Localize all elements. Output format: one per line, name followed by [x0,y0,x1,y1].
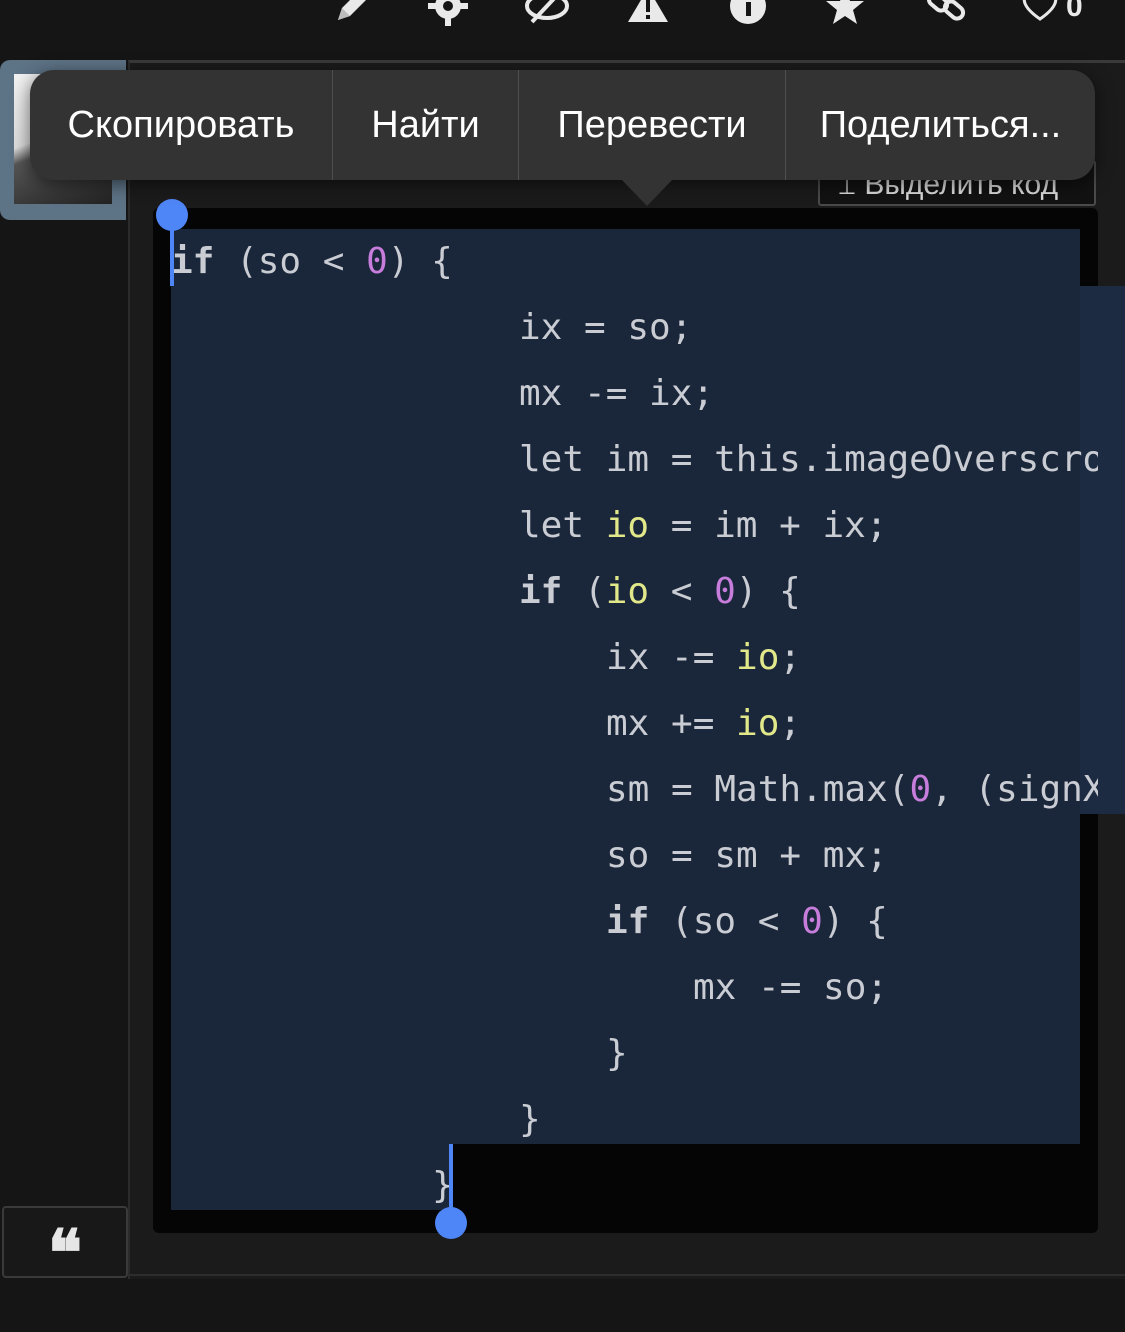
code-line: ix = so; [519,307,693,348]
share-menu-item[interactable]: Поделиться... [786,70,1095,180]
find-menu-item[interactable]: Найти [333,70,519,180]
eye-off-icon[interactable] [524,0,570,26]
keyword: if [171,241,215,282]
code-line: } [519,1099,541,1140]
code-line: mx -= ix; [519,373,715,414]
context-menu-pointer [620,178,674,206]
link-icon[interactable] [924,0,968,26]
code-line: mx -= so; [693,967,889,1008]
code-line: if (so < 0) { [171,241,453,282]
like-count: 0 [1066,0,1083,23]
divider [128,1274,1125,1276]
selection-end-handle[interactable] [435,1207,467,1239]
code-line: if (so < 0) { [606,901,888,942]
code-content[interactable]: if (so < 0) { ix = so; mx -= ix; let im … [171,229,1098,1229]
code-line: if (io < 0) { [519,571,801,612]
warning-icon[interactable] [626,0,670,26]
code-line: let im = this.imageOverscro [519,439,1098,480]
text-context-menu: Скопировать Найти Перевести Поделиться..… [30,70,1095,180]
code-line: ix -= io; [606,637,802,678]
star-icon[interactable] [824,0,866,26]
code-line: let io = im + ix; [519,505,888,546]
code-line: mx += io; [606,703,802,744]
gear-icon[interactable] [428,0,468,26]
code-line: so = sm + mx; [606,835,888,876]
selection-end-caret [449,1144,453,1214]
code-line: } [606,1033,628,1074]
selection-start-handle[interactable] [156,199,188,231]
heart-icon[interactable] [1020,0,1060,22]
info-icon[interactable] [728,0,768,26]
quote-button[interactable]: ❝ [2,1206,128,1291]
quote-icon: ❝ [47,1216,83,1291]
code-line: sm = Math.max(0, (signX [606,769,1098,810]
translate-menu-item[interactable]: Перевести [519,70,786,180]
pencil-icon[interactable] [334,0,370,26]
post-toolbar: 0 [0,0,1125,40]
copy-menu-item[interactable]: Скопировать [30,70,333,180]
